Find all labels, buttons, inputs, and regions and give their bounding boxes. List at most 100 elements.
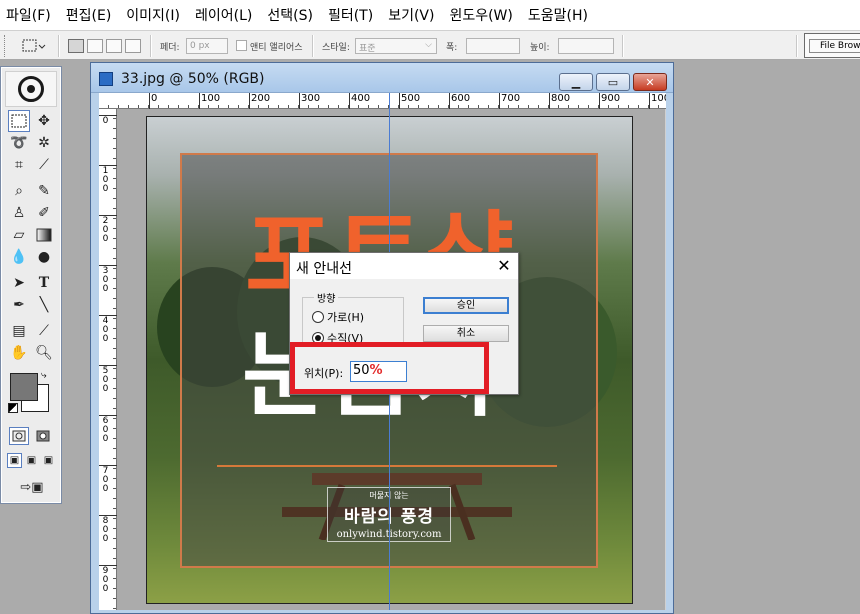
dialog-close-icon[interactable]: ✕ bbox=[494, 256, 514, 276]
ruler-tick bbox=[299, 93, 300, 109]
menu-filter[interactable]: 필터(T) bbox=[328, 5, 373, 25]
ruler-tick bbox=[149, 93, 150, 109]
options-separator bbox=[312, 35, 313, 57]
ruler-label: 900 bbox=[102, 566, 109, 594]
style-select[interactable]: 표준 ⌵ bbox=[355, 38, 437, 54]
antialias-checkbox[interactable] bbox=[236, 40, 247, 51]
feather-input[interactable]: 0 px bbox=[186, 38, 228, 54]
ruler-label: 600 bbox=[102, 416, 109, 444]
file-browser-tab[interactable]: File Browser bbox=[804, 33, 860, 58]
ruler-tick bbox=[649, 93, 650, 109]
pen-tool-icon[interactable]: ✒ bbox=[8, 294, 30, 316]
full-screen-menu-mode-icon[interactable]: ▣ bbox=[24, 453, 39, 468]
path-selection-tool-icon[interactable]: ➤ bbox=[8, 272, 30, 294]
move-tool-icon[interactable]: ✥ bbox=[33, 110, 55, 132]
history-brush-tool-icon[interactable]: ✐ bbox=[33, 202, 55, 224]
ruler-tick bbox=[449, 93, 450, 109]
eye-icon bbox=[18, 76, 44, 102]
ruler-label: 700 bbox=[102, 466, 109, 494]
ruler-tick bbox=[99, 565, 117, 566]
ruler-label: 100 bbox=[201, 93, 221, 104]
close-button[interactable]: ✕ bbox=[633, 73, 667, 91]
ruler-tick bbox=[99, 115, 117, 116]
jump-to-imageready-icon[interactable]: ⇨▣ bbox=[11, 477, 53, 497]
intersect-selection-button[interactable] bbox=[125, 39, 141, 53]
crop-tool-icon[interactable]: ⌗ bbox=[8, 154, 30, 176]
quick-mask-mode-button[interactable] bbox=[33, 427, 53, 445]
menu-image[interactable]: 이미지(I) bbox=[126, 5, 180, 25]
options-bar-grip[interactable] bbox=[4, 35, 7, 57]
swap-colors-icon[interactable]: ⤷ bbox=[41, 370, 47, 381]
clone-stamp-tool-icon[interactable]: ♙ bbox=[8, 202, 30, 224]
ruler-tick bbox=[99, 165, 117, 166]
full-screen-mode-icon[interactable]: ▣ bbox=[41, 453, 56, 468]
options-bar: 페더: 0 px 앤티 앨리어스 스타일: 표준 ⌵ 폭: 높이: File Br… bbox=[0, 30, 860, 60]
line-tool-icon[interactable]: ╲ bbox=[33, 294, 55, 316]
vertical-ruler[interactable]: 0 100 200 300 400 500 600 700 800 900 bbox=[99, 109, 117, 610]
menu-file[interactable]: 파일(F) bbox=[6, 5, 51, 25]
ruler-label: 300 bbox=[102, 266, 109, 294]
ruler-label: 0 bbox=[151, 93, 158, 104]
height-input[interactable] bbox=[558, 38, 614, 54]
ruler-label: 900 bbox=[601, 93, 621, 104]
maximize-icon: ▭ bbox=[607, 75, 619, 89]
ruler-label: 500 bbox=[102, 366, 109, 394]
hand-tool-icon[interactable]: ✋ bbox=[8, 342, 30, 364]
foreground-color-swatch[interactable] bbox=[10, 373, 38, 401]
dialog-titlebar[interactable]: 새 안내선 ✕ bbox=[290, 253, 518, 279]
width-input[interactable] bbox=[466, 38, 520, 54]
ruler-label: 400 bbox=[102, 316, 109, 344]
antialias-label: 앤티 앨리어스 bbox=[250, 43, 303, 53]
ok-button[interactable]: 승인 bbox=[423, 297, 509, 314]
ruler-tick bbox=[499, 93, 500, 109]
menu-view[interactable]: 보기(V) bbox=[388, 5, 434, 25]
options-separator bbox=[622, 35, 623, 57]
cancel-button[interactable]: 취소 bbox=[423, 325, 509, 342]
menu-help[interactable]: 도움말(H) bbox=[528, 5, 588, 25]
ruler-label: 800 bbox=[551, 93, 571, 104]
subtract-selection-button[interactable] bbox=[106, 39, 122, 53]
horizontal-radio-option[interactable]: 가로(H) bbox=[312, 309, 364, 325]
maximize-button[interactable]: ▭ bbox=[596, 73, 630, 91]
new-selection-button[interactable] bbox=[68, 39, 84, 53]
marquee-tool-icon[interactable] bbox=[8, 110, 30, 132]
add-selection-button[interactable] bbox=[87, 39, 103, 53]
dodge-tool-icon[interactable]: ● bbox=[33, 246, 55, 268]
feather-label: 페더: bbox=[160, 43, 180, 53]
notes-tool-icon[interactable]: ▤ bbox=[8, 320, 30, 342]
options-separator bbox=[796, 35, 797, 57]
minimize-button[interactable]: ▁ bbox=[559, 73, 593, 91]
blur-tool-icon[interactable]: 💧 bbox=[8, 246, 30, 268]
ruler-label: 100 bbox=[102, 166, 109, 194]
menu-window[interactable]: 윈도우(W) bbox=[449, 5, 512, 25]
photoshop-eye-logo[interactable] bbox=[5, 71, 57, 107]
position-highlight-annotation bbox=[290, 342, 489, 394]
healing-brush-tool-icon[interactable]: ⌕ bbox=[8, 180, 30, 202]
zoom-tool-icon[interactable]: 🔍︎ bbox=[33, 342, 55, 364]
standard-mode-button[interactable] bbox=[9, 427, 29, 445]
marquee-preset-icon[interactable] bbox=[20, 37, 46, 55]
document-titlebar[interactable]: 33.jpg @ 50% (RGB) ▁ ▭ ✕ bbox=[91, 63, 673, 93]
dialog-title: 새 안내선 bbox=[296, 261, 352, 277]
type-tool-icon[interactable]: T bbox=[33, 272, 55, 294]
standard-screen-mode-icon[interactable]: ▣ bbox=[7, 453, 22, 468]
brush-tool-icon[interactable]: ✎ bbox=[33, 180, 55, 202]
magic-wand-tool-icon[interactable]: ✲ bbox=[33, 132, 55, 154]
menu-layer[interactable]: 레이어(L) bbox=[195, 5, 252, 25]
menu-edit[interactable]: 편집(E) bbox=[66, 5, 112, 25]
eyedropper-tool-icon[interactable]: ⟋ bbox=[33, 320, 55, 342]
horizontal-radio[interactable] bbox=[312, 311, 324, 323]
ruler-tick bbox=[249, 93, 250, 109]
horizontal-ruler[interactable]: 0 100 200 300 400 500 600 700 800 900 10… bbox=[99, 93, 666, 109]
ruler-tick bbox=[99, 265, 117, 266]
ruler-tick bbox=[599, 93, 600, 109]
ruler-label: 500 bbox=[401, 93, 421, 104]
horizontal-radio-label: 가로(H) bbox=[327, 311, 365, 324]
default-colors-icon[interactable] bbox=[8, 403, 18, 413]
width-label: 폭: bbox=[446, 43, 458, 53]
slice-tool-icon[interactable]: ⟋ bbox=[33, 154, 55, 176]
gradient-tool-icon[interactable] bbox=[33, 224, 55, 246]
lasso-tool-icon[interactable]: ➰ bbox=[8, 132, 30, 154]
eraser-tool-icon[interactable]: ▱ bbox=[8, 224, 30, 246]
menu-select[interactable]: 선택(S) bbox=[267, 5, 313, 25]
